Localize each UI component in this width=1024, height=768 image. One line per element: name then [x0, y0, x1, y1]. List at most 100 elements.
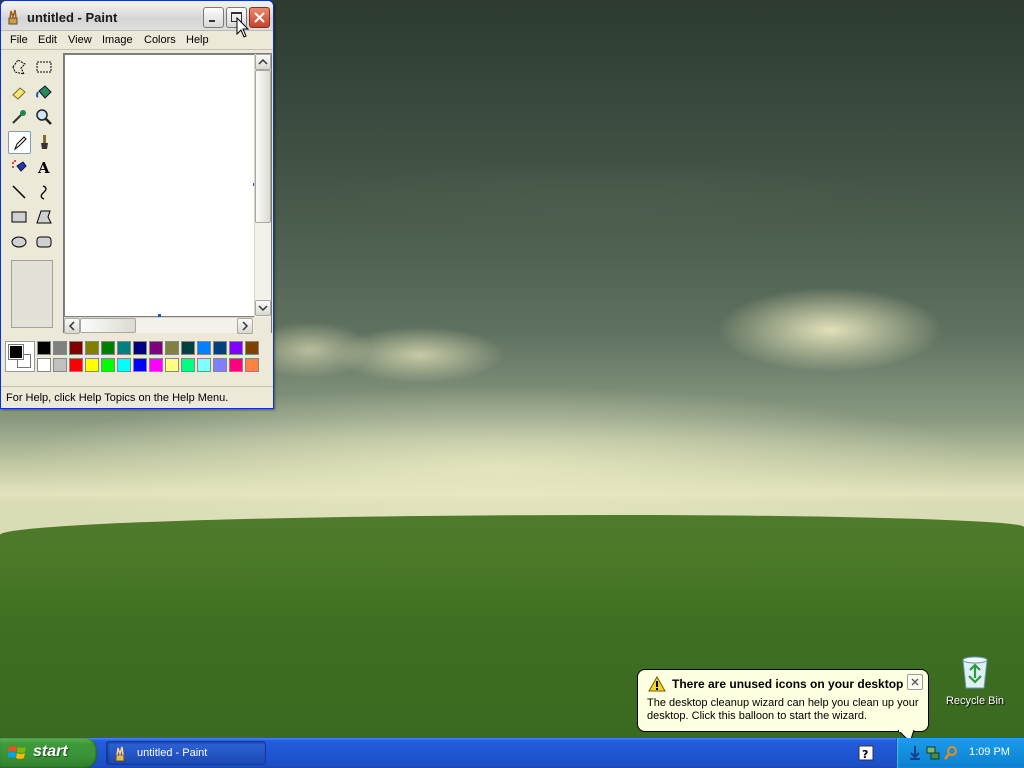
help-icon[interactable]: ? — [858, 745, 874, 761]
select-tool[interactable] — [33, 56, 56, 79]
eraser-tool[interactable] — [8, 81, 31, 104]
fill-with-color-tool[interactable] — [33, 81, 56, 104]
recycle-bin[interactable]: Recycle Bin — [940, 654, 1010, 714]
toolbox: A — [5, 54, 59, 334]
free-form-select-tool[interactable] — [8, 56, 31, 79]
palette-swatch[interactable] — [117, 358, 131, 372]
scroll-up-button[interactable] — [255, 54, 271, 70]
vertical-scroll-thumb[interactable] — [255, 70, 271, 223]
tool-options-box[interactable] — [11, 260, 53, 328]
palette-swatch[interactable] — [53, 341, 67, 355]
palette-swatch[interactable] — [229, 341, 243, 355]
scroll-right-button[interactable] — [237, 318, 253, 334]
horizontal-scroll-thumb[interactable] — [80, 318, 136, 333]
taskbar-paint-button[interactable]: untitled - Paint — [106, 741, 266, 765]
warning-icon — [648, 676, 666, 692]
magnifier-tool[interactable] — [33, 106, 56, 129]
chevron-up-icon — [258, 58, 268, 65]
palette-swatch[interactable] — [69, 358, 83, 372]
notification-balloon[interactable]: There are unused icons on your desktop T… — [637, 669, 929, 732]
network-icon[interactable] — [925, 745, 941, 761]
palette-swatch[interactable] — [213, 341, 227, 355]
start-button[interactable]: start — [0, 738, 97, 768]
select-icon — [36, 61, 52, 73]
scroll-left-button[interactable] — [64, 318, 80, 334]
color-palette — [5, 339, 269, 377]
menu-image[interactable]: Image — [102, 34, 133, 46]
scroll-corner — [254, 317, 271, 333]
curve-tool[interactable] — [33, 181, 56, 204]
svg-text:A: A — [37, 159, 50, 176]
curve-icon — [40, 185, 47, 200]
eraser-icon — [12, 87, 26, 100]
palette-swatch[interactable] — [245, 358, 259, 372]
ellipse-tool[interactable] — [8, 231, 31, 254]
recycle-bin-label: Recycle Bin — [945, 695, 1005, 707]
palette-swatch[interactable] — [149, 341, 163, 355]
pencil-tool[interactable] — [8, 131, 31, 154]
brush-tool[interactable] — [33, 131, 56, 154]
menu-view[interactable]: View — [68, 34, 92, 46]
palette-swatch[interactable] — [197, 358, 211, 372]
palette-swatch[interactable] — [101, 358, 115, 372]
palette-swatch[interactable] — [53, 358, 67, 372]
palette-swatch[interactable] — [85, 341, 99, 355]
palette-swatch[interactable] — [101, 341, 115, 355]
palette-swatch[interactable] — [133, 341, 147, 355]
clock: 1:09 PM — [969, 746, 1010, 758]
menu-help[interactable]: Help — [186, 34, 209, 46]
rounded-rectangle-tool[interactable] — [33, 231, 56, 254]
airbrush-tool[interactable] — [8, 156, 31, 179]
minimize-button[interactable] — [203, 7, 224, 28]
menu-edit[interactable]: Edit — [38, 34, 57, 46]
close-button[interactable] — [249, 7, 270, 28]
rectangle-tool[interactable] — [8, 206, 31, 229]
recycle-bin-icon — [962, 656, 988, 689]
windows-logo-icon — [8, 746, 26, 759]
line-tool[interactable] — [8, 181, 31, 204]
pick-color-tool[interactable] — [8, 106, 31, 129]
start-label: start — [33, 743, 68, 760]
polygon-tool[interactable] — [33, 206, 56, 229]
safely-remove-hardware-icon[interactable] — [907, 745, 923, 761]
drawing-canvas[interactable] — [65, 55, 254, 316]
canvas-area — [63, 53, 272, 334]
title-bar[interactable]: untitled - Paint — [1, 1, 273, 31]
palette-swatch[interactable] — [213, 358, 227, 372]
mouse-cursor-icon — [236, 17, 250, 38]
text-icon: A — [37, 159, 50, 176]
horizontal-scrollbar[interactable] — [64, 317, 254, 334]
palette-swatch[interactable] — [37, 358, 51, 372]
paint-window[interactable]: untitled - Paint File Edit View Image Co… — [0, 0, 274, 409]
fill-bucket-icon — [36, 85, 52, 99]
ellipse-icon — [11, 236, 27, 248]
scroll-down-button[interactable] — [255, 300, 271, 316]
palette-swatch[interactable] — [181, 358, 195, 372]
paint-app-icon — [115, 746, 125, 762]
palette-swatch[interactable] — [165, 358, 179, 372]
text-tool[interactable]: A — [33, 156, 56, 179]
palette-swatch[interactable] — [133, 358, 147, 372]
menu-colors[interactable]: Colors — [144, 34, 176, 46]
eyedropper-icon — [12, 110, 26, 124]
vertical-scrollbar[interactable] — [254, 54, 271, 317]
palette-swatch[interactable] — [245, 341, 259, 355]
airbrush-icon — [12, 160, 27, 172]
magnifier-icon — [36, 109, 52, 125]
palette-swatch[interactable] — [117, 341, 131, 355]
palette-swatch[interactable] — [229, 358, 243, 372]
close-icon — [254, 12, 265, 23]
rectangle-icon — [11, 211, 27, 223]
palette-swatch[interactable] — [197, 341, 211, 355]
menu-file[interactable]: File — [10, 34, 28, 46]
palette-swatch[interactable] — [181, 341, 195, 355]
current-colors-box — [5, 341, 35, 372]
palette-swatch[interactable] — [149, 358, 163, 372]
palette-swatch[interactable] — [85, 358, 99, 372]
palette-swatch[interactable] — [165, 341, 179, 355]
palette-swatch[interactable] — [37, 341, 51, 355]
balloon-close-button[interactable] — [907, 674, 923, 690]
balloon-title: There are unused icons on your desktop — [672, 677, 904, 691]
palette-swatch[interactable] — [69, 341, 83, 355]
search-icon[interactable] — [943, 745, 959, 761]
